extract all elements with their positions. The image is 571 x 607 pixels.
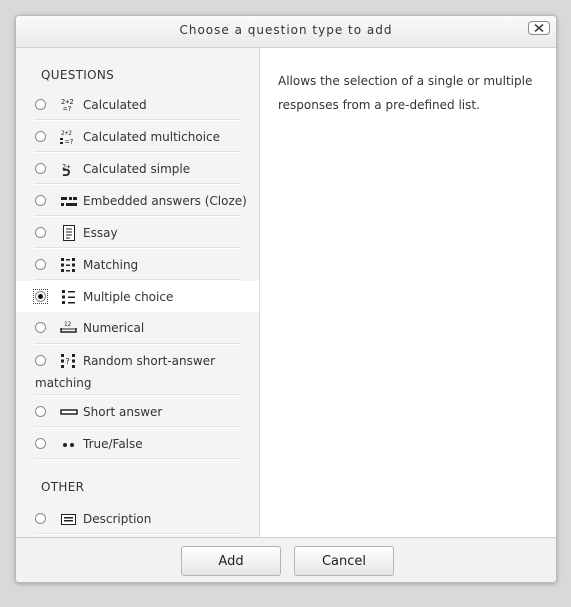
- option-label: Short answer: [83, 405, 163, 419]
- option-label-line2: matching: [35, 376, 92, 390]
- svg-text:?: ?: [66, 357, 70, 366]
- option-label: Embedded answers (Cloze): [83, 194, 247, 208]
- other-heading: OTHER: [41, 480, 85, 494]
- svg-text:2+2: 2+2: [61, 130, 72, 137]
- calculated-icon: 2+2 =?: [61, 98, 74, 113]
- option-calculated-simple[interactable]: 2+ Calculated simple: [16, 153, 259, 185]
- option-label: Calculated multichoice: [83, 130, 221, 144]
- questions-heading: QUESTIONS: [41, 68, 115, 82]
- option-label: Essay: [83, 226, 118, 240]
- short-answer-icon: [60, 409, 78, 415]
- radio-description[interactable]: [35, 513, 46, 524]
- dialog-header: Choose a question type to add: [16, 16, 556, 48]
- essay-icon: [63, 225, 75, 241]
- dialog-footer: Add Cancel: [16, 537, 556, 582]
- option-label: Matching: [83, 258, 139, 272]
- option-label: Calculated simple: [83, 162, 191, 176]
- svg-text:=?: =?: [65, 138, 73, 145]
- option-short-answer[interactable]: Short answer: [16, 396, 259, 428]
- option-label: Numerical: [83, 321, 145, 335]
- radio-calculated-simple[interactable]: [35, 163, 46, 174]
- option-essay[interactable]: Essay: [16, 217, 259, 249]
- calculated-multichoice-icon: 2+2 =?: [60, 130, 73, 145]
- question-type-dialog: Choose a question type to add QUESTIONS …: [15, 15, 557, 583]
- type-description: Allows the selection of a single or mult…: [278, 69, 540, 117]
- option-calculated[interactable]: 2+2 =? Calculated: [16, 89, 259, 121]
- radio-calculated-multichoice[interactable]: [35, 131, 46, 142]
- option-matching[interactable]: Matching: [16, 249, 259, 281]
- option-label: Random short-answer: [83, 354, 216, 368]
- multiple-choice-icon: [62, 290, 75, 304]
- random-short-answer-icon: ?: [61, 354, 75, 368]
- dialog-body: QUESTIONS 2+2 =? Calculated 2+2 =? Calcu…: [16, 48, 556, 537]
- radio-random-short-answer-matching[interactable]: [35, 355, 46, 366]
- close-x-icon: [534, 24, 544, 32]
- option-description[interactable]: Description: [16, 503, 259, 535]
- svg-text:12: 12: [64, 321, 72, 328]
- option-random-short-answer-matching[interactable]: ? Random short-answer matching: [16, 345, 259, 396]
- radio-matching[interactable]: [35, 259, 46, 270]
- option-label: Multiple choice: [83, 290, 174, 304]
- calculated-simple-icon: 2+: [62, 163, 70, 177]
- question-type-list: QUESTIONS 2+2 =? Calculated 2+2 =? Calcu…: [16, 48, 260, 537]
- description-line-2: responses from a pre-defined list.: [278, 98, 480, 112]
- radio-cloze[interactable]: [35, 195, 46, 206]
- option-label: True/False: [83, 437, 143, 451]
- radio-multiple-choice[interactable]: [35, 291, 46, 302]
- option-cloze[interactable]: Embedded answers (Cloze): [16, 185, 259, 217]
- svg-text:=?: =?: [63, 105, 71, 113]
- radio-calculated[interactable]: [35, 99, 46, 110]
- add-button[interactable]: Add: [181, 546, 281, 576]
- numerical-icon: 12: [60, 321, 77, 333]
- option-label: Description: [83, 512, 152, 526]
- radio-short-answer[interactable]: [35, 406, 46, 417]
- description-icon: [61, 514, 76, 525]
- radio-essay[interactable]: [35, 227, 46, 238]
- true-false-icon: [63, 443, 74, 447]
- close-button[interactable]: [528, 21, 550, 35]
- dialog-title: Choose a question type to add: [179, 23, 393, 37]
- option-multiple-choice[interactable]: Multiple choice: [16, 281, 259, 312]
- cancel-button[interactable]: Cancel: [294, 546, 394, 576]
- radio-numerical[interactable]: [35, 322, 46, 333]
- option-calculated-multichoice[interactable]: 2+2 =? Calculated multichoice: [16, 121, 259, 153]
- option-true-false[interactable]: True/False: [16, 428, 259, 460]
- description-line-1: Allows the selection of a single or mult…: [278, 74, 533, 88]
- cloze-icon: [61, 197, 77, 206]
- option-numerical[interactable]: 12 Numerical: [16, 312, 259, 345]
- matching-icon: [61, 258, 75, 272]
- radio-true-false[interactable]: [35, 438, 46, 449]
- option-label: Calculated: [83, 98, 147, 112]
